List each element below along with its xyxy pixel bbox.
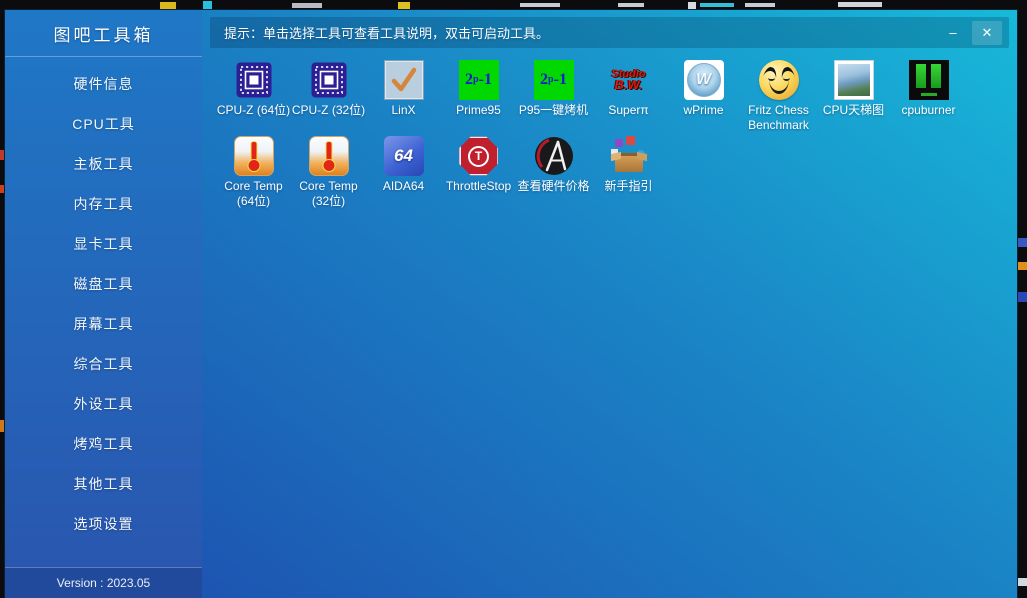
tool-label: 新手指引 bbox=[604, 179, 653, 193]
tools-grid: CPU-Z (64位) CPU-Z (32位) LinX 2 p -1 Prime95 2… bbox=[216, 60, 986, 212]
tool-label: 查看硬件价格 bbox=[517, 179, 590, 193]
desktop-fragment bbox=[292, 3, 322, 8]
tool-label: Superπ bbox=[608, 103, 649, 117]
sidebar-item-peripheral-tools[interactable]: 外设工具 bbox=[5, 384, 202, 424]
tool-cpuz-32[interactable]: CPU-Z (32位) bbox=[291, 60, 366, 136]
tool-coretemp-64[interactable]: Core Temp (64位) bbox=[216, 136, 291, 212]
picture-icon bbox=[833, 60, 874, 100]
tool-cpu-ladder[interactable]: CPU天梯图 bbox=[816, 60, 891, 136]
desktop-fragment bbox=[700, 3, 734, 7]
desktop-fragment bbox=[618, 3, 644, 7]
tool-beginner-guide[interactable]: 新手指引 bbox=[591, 136, 666, 212]
desktop-fragment bbox=[520, 3, 560, 7]
tool-coretemp-32[interactable]: Core Temp (32位) bbox=[291, 136, 366, 212]
tool-label: Fritz Chess Benchmark bbox=[748, 103, 809, 132]
desktop-fragment bbox=[1018, 262, 1027, 270]
app-window: 图吧工具箱 硬件信息 CPU工具 主板工具 内存工具 显卡工具 磁盘工具 屏幕工具 综合工具外… bbox=[5, 10, 1017, 598]
tool-label: CPU-Z (32位) bbox=[291, 103, 366, 117]
checkmark-icon bbox=[383, 60, 424, 100]
tool-label: Core Temp (64位) bbox=[224, 179, 283, 208]
tool-cpuz-64[interactable]: CPU-Z (64位) bbox=[216, 60, 291, 136]
main-panel: 提示：单击选择工具可查看工具说明，双击可启动工具。 – ✕ CPU-Z (64位… bbox=[202, 10, 1017, 598]
sidebar-menu: 硬件信息 CPU工具 主板工具 内存工具 显卡工具 磁盘工具 屏幕工具 综合工具 外设工具 烤鸡工… bbox=[5, 57, 202, 567]
minimize-button[interactable]: – bbox=[938, 21, 968, 45]
sidebar-item-other-tools[interactable]: 其他工具 bbox=[5, 464, 202, 504]
desktop-fragment bbox=[398, 2, 410, 9]
sidebar-item-screen-tools[interactable]: 屏幕工具 bbox=[5, 304, 202, 344]
desktop-fragment bbox=[838, 2, 882, 7]
tool-superpi[interactable]: Studio B.W. Superπ bbox=[591, 60, 666, 136]
sidebar-item-comprehensive-tools[interactable]: 综合工具 bbox=[5, 344, 202, 384]
sidebar-item-settings[interactable]: 选项设置 bbox=[5, 504, 202, 544]
tool-wprime[interactable]: WwPrime bbox=[666, 60, 741, 136]
desktop-fragment bbox=[1018, 238, 1027, 247]
tool-fritz-chess[interactable]: Fritz Chess Benchmark bbox=[741, 60, 816, 136]
thermometer-icon bbox=[308, 136, 349, 176]
tool-label: cpuburner bbox=[901, 103, 956, 117]
wprime-icon: W bbox=[683, 60, 724, 100]
tool-row: CPU-Z (64位) CPU-Z (32位) LinX 2 p -1 Prime95 2… bbox=[216, 60, 986, 136]
sidebar-item-disk-tools[interactable]: 磁盘工具 bbox=[5, 264, 202, 304]
desktop-fragment bbox=[203, 1, 212, 9]
tool-hardware-price[interactable]: 查看硬件价格 bbox=[516, 136, 591, 212]
tool-label: wPrime bbox=[683, 103, 724, 117]
tool-label: Core Temp (32位) bbox=[299, 179, 358, 208]
tip-bar: 提示：单击选择工具可查看工具说明，双击可启动工具。 – ✕ bbox=[210, 17, 1009, 48]
desktop-fragment bbox=[688, 2, 696, 9]
tool-linx[interactable]: LinX bbox=[366, 60, 441, 136]
stop-sign-icon: T bbox=[459, 136, 499, 176]
desktop-fragment bbox=[1018, 578, 1027, 586]
sidebar-item-cpu-tools[interactable]: CPU工具 bbox=[5, 104, 202, 144]
version-label: Version : 2023.05 bbox=[56, 576, 151, 590]
app-title: 图吧工具箱 bbox=[53, 25, 154, 45]
tip-text: 提示：单击选择工具可查看工具说明，双击可启动工具。 bbox=[224, 26, 550, 41]
tool-label: P95一键烤机 bbox=[518, 103, 589, 117]
thermometer-icon bbox=[233, 136, 274, 176]
tool-prime95[interactable]: 2 p -1 Prime95 bbox=[441, 60, 516, 136]
cpu-chip-icon bbox=[309, 60, 349, 100]
prime95-icon: 2 p -1 bbox=[533, 60, 574, 100]
desktop-fragment bbox=[160, 2, 176, 9]
tool-p95-bake[interactable]: 2 p -1 P95一键烤机 bbox=[516, 60, 591, 136]
sidebar: 图吧工具箱 硬件信息 CPU工具 主板工具 内存工具 显卡工具 磁盘工具 屏幕工具 综合工具外… bbox=[5, 10, 202, 598]
close-button[interactable]: ✕ bbox=[972, 20, 1002, 45]
price-logo-icon bbox=[534, 136, 574, 176]
guide-box-icon bbox=[609, 136, 649, 176]
sidebar-item-memory-tools[interactable]: 内存工具 bbox=[5, 184, 202, 224]
sidebar-item-stress-tools[interactable]: 烤鸡工具 bbox=[5, 424, 202, 464]
sidebar-item-motherboard-tools[interactable]: 主板工具 bbox=[5, 144, 202, 184]
aida64-icon: 64 bbox=[383, 136, 424, 176]
prime95-icon: 2 p -1 bbox=[458, 60, 499, 100]
smiley-icon bbox=[758, 60, 799, 100]
tool-label: LinX bbox=[391, 103, 416, 117]
tool-label: CPU-Z (64位) bbox=[216, 103, 291, 117]
tool-label: AIDA64 bbox=[382, 179, 425, 193]
tool-label: CPU天梯图 bbox=[822, 103, 885, 117]
desktop-fragment bbox=[1018, 292, 1027, 302]
tool-label: Prime95 bbox=[456, 103, 501, 117]
tool-label: ThrottleStop bbox=[445, 179, 512, 193]
studio-bw-icon: Studio B.W. bbox=[611, 67, 646, 93]
tool-cpuburner[interactable]: cpuburner bbox=[891, 60, 966, 136]
tool-aida64[interactable]: 64 AIDA64 bbox=[366, 136, 441, 212]
sidebar-item-hardware-info[interactable]: 硬件信息 bbox=[5, 64, 202, 104]
sidebar-item-gpu-tools[interactable]: 显卡工具 bbox=[5, 224, 202, 264]
green-bars-icon bbox=[908, 60, 949, 100]
tool-throttlestop[interactable]: T ThrottleStop bbox=[441, 136, 516, 212]
version-bar: Version : 2023.05 bbox=[5, 567, 202, 598]
cpu-chip-icon bbox=[234, 60, 274, 100]
desktop-fragment bbox=[745, 3, 775, 7]
tool-row: Core Temp (64位) Core Temp (32位) 64 AIDA64 T T… bbox=[216, 136, 986, 212]
